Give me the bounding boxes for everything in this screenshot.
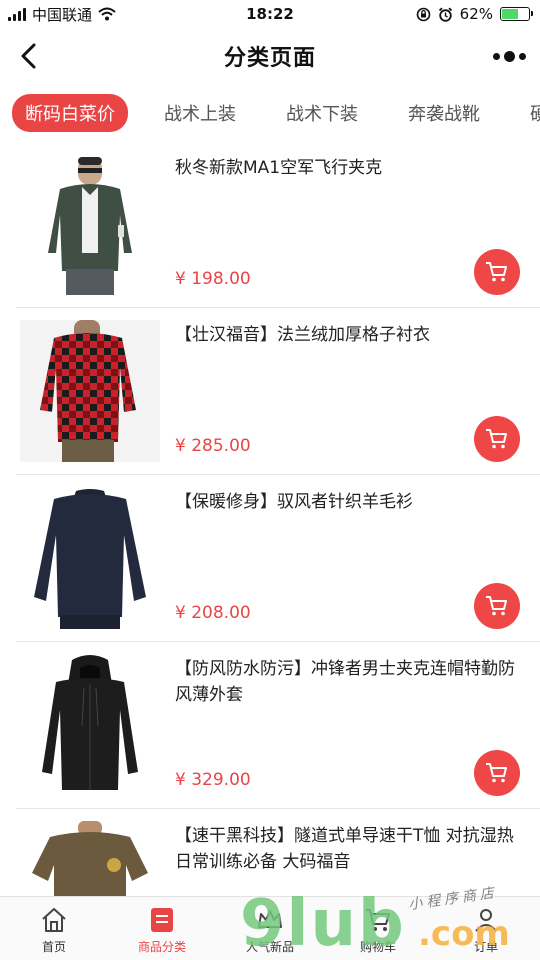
wifi-icon xyxy=(98,7,116,21)
product-price: ¥ 285.00 xyxy=(175,436,251,456)
bomber-jacket-image xyxy=(48,157,132,295)
product-price: ¥ 329.00 xyxy=(175,770,251,790)
rotation-lock-icon xyxy=(416,7,430,21)
status-bar: 中国联通 18:22 62% xyxy=(0,0,540,28)
user-icon xyxy=(475,909,497,932)
product-title[interactable]: 【防风防水防污】冲锋者男士夹克连帽特勤防风薄外套 xyxy=(175,656,520,708)
add-to-cart-button[interactable] xyxy=(474,750,520,796)
product-title[interactable]: 【速干黑科技】隧道式单导速干T恤 对抗湿热 日常训练必备 大码福音 xyxy=(175,823,520,875)
tabbar-label: 订单 xyxy=(473,940,498,954)
add-to-cart-button[interactable] xyxy=(474,249,520,295)
status-right: 62% xyxy=(416,5,533,23)
signal-icon xyxy=(8,7,26,21)
back-button[interactable] xyxy=(10,38,46,74)
product-price: ¥ 198.00 xyxy=(175,269,251,289)
tabbar-item-new[interactable]: 人气新品 xyxy=(216,897,324,960)
product-image[interactable] xyxy=(20,320,160,462)
alarm-icon xyxy=(438,7,452,22)
tabbar-item-home[interactable]: 首页 xyxy=(0,897,108,960)
cart-icon xyxy=(486,763,507,783)
plaid-shirt-image xyxy=(20,320,160,462)
nav-bar: 分类页面 xyxy=(0,28,540,84)
cart-icon xyxy=(486,429,507,449)
product-image[interactable] xyxy=(20,654,160,796)
tabbar-item-orders[interactable]: 订单 xyxy=(432,897,540,960)
tabbar-label: 购物车 xyxy=(359,940,396,954)
more-dot-icon xyxy=(519,52,526,60)
product-item[interactable]: 【保暖修身】驭风者针织羊毛衫 ¥ 208.00 xyxy=(0,475,540,642)
more-dot-icon xyxy=(493,52,500,60)
tab-category-0[interactable]: 断码白菜价 xyxy=(12,94,128,132)
tab-category-2[interactable]: 战术下装 xyxy=(286,100,358,126)
product-item[interactable]: 秋冬新款MA1空军飞行夹克 ¥ 198.00 xyxy=(0,141,540,308)
more-dot-icon xyxy=(504,50,515,62)
cart-icon xyxy=(486,596,507,616)
carrier-label: 中国联通 xyxy=(32,5,93,24)
category-tabs: 断码白菜价 战术上装 战术下装 奔袭战靴 硬 xyxy=(0,88,540,138)
tabbar-label: 人气新品 xyxy=(245,940,294,954)
home-icon xyxy=(42,908,66,932)
tab-category-4[interactable]: 硬 xyxy=(530,100,540,126)
product-price: ¥ 208.00 xyxy=(175,603,251,623)
product-list: 秋冬新款MA1空军飞行夹克 ¥ 198.00 【壮汉福音】法兰绒加厚格子衬衣 ¥… xyxy=(0,141,540,960)
product-title[interactable]: 秋冬新款MA1空军飞行夹克 xyxy=(175,155,520,181)
product-image[interactable] xyxy=(20,487,160,629)
battery-level xyxy=(502,9,519,19)
tab-category-3[interactable]: 奔袭战靴 xyxy=(408,100,480,126)
cart-icon xyxy=(366,909,390,931)
add-to-cart-button[interactable] xyxy=(474,583,520,629)
cart-icon xyxy=(486,262,507,282)
product-title[interactable]: 【壮汉福音】法兰绒加厚格子衬衣 xyxy=(175,322,520,348)
tabbar-item-category[interactable]: 商品分类 xyxy=(108,897,216,960)
battery-icon xyxy=(500,7,533,21)
product-title[interactable]: 【保暖修身】驭风者针织羊毛衫 xyxy=(175,489,520,515)
product-image[interactable] xyxy=(20,153,160,295)
category-icon xyxy=(151,908,173,932)
chevron-left-icon xyxy=(21,43,36,69)
knit-sweater-image xyxy=(34,489,146,629)
tab-category-1[interactable]: 战术上装 xyxy=(164,100,236,126)
product-item[interactable]: 【防风防水防污】冲锋者男士夹克连帽特勤防风薄外套 ¥ 329.00 xyxy=(0,642,540,809)
tabbar-label: 首页 xyxy=(41,940,66,954)
add-to-cart-button[interactable] xyxy=(474,416,520,462)
crown-icon xyxy=(258,910,282,928)
more-button[interactable] xyxy=(493,42,526,70)
hooded-jacket-image xyxy=(42,655,138,790)
bottom-tab-bar: 首页 商品分类 人气新品 购物车 订单 xyxy=(0,896,540,960)
page-title: 分类页面 xyxy=(223,46,316,71)
battery-percent: 62% xyxy=(459,5,493,23)
tabbar-item-cart[interactable]: 购物车 xyxy=(324,897,432,960)
tabbar-label: 商品分类 xyxy=(137,940,186,954)
product-item[interactable]: 【壮汉福音】法兰绒加厚格子衬衣 ¥ 285.00 xyxy=(0,308,540,475)
status-left: 中国联通 xyxy=(8,4,116,25)
